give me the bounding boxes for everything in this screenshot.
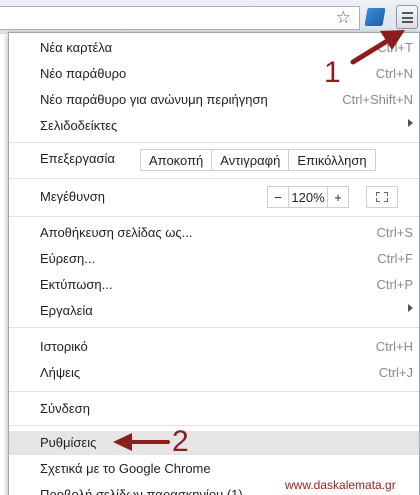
menu-item-label: Ιστορικό — [40, 339, 88, 354]
watermark: www.daskalemata.gr — [285, 478, 396, 492]
extension-icon[interactable] — [364, 8, 386, 26]
zoom-in-button[interactable]: + — [328, 187, 348, 207]
menu-item-find[interactable]: Εύρεση... Ctrl+F — [9, 247, 419, 271]
menu-item-signin[interactable]: Σύνδεση — [9, 397, 419, 421]
copy-button[interactable]: Αντιγραφή — [211, 150, 288, 170]
menu-item-shortcut: Ctrl+H — [375, 339, 413, 354]
step-1-label: 1 — [324, 56, 341, 89]
menu-item-history[interactable]: Ιστορικό Ctrl+H — [9, 335, 419, 359]
menu-item-tools[interactable]: Εργαλεία — [9, 299, 419, 323]
menu-item-label: Σελιδοδείκτες — [40, 118, 118, 133]
step-2-label: 2 — [172, 425, 189, 458]
paste-button[interactable]: Επικόλληση — [288, 150, 374, 170]
menu-divider — [9, 391, 419, 392]
address-bar[interactable]: ☆ — [0, 6, 360, 30]
menu-item-label: Επεξεργασία — [40, 151, 115, 166]
hamburger-menu-icon — [402, 12, 413, 23]
menu-item-shortcut: Ctrl+P — [376, 277, 413, 292]
menu-divider — [9, 142, 419, 143]
submenu-arrow-icon — [408, 304, 413, 312]
zoom-level: 120% — [288, 187, 328, 207]
menu-item-shortcut: Ctrl+Shift+N — [342, 92, 413, 107]
menu-item-save-page[interactable]: Αποθήκευση σελίδας ως... Ctrl+S — [9, 221, 419, 245]
menu-item-label: Εργαλεία — [40, 303, 93, 318]
menu-item-shortcut: Ctrl+F — [377, 251, 413, 266]
fullscreen-icon — [376, 192, 388, 202]
menu-item-label: Προβολή σελίδων παρασκηνίου (1) — [40, 487, 243, 495]
chrome-menu-button[interactable] — [396, 5, 418, 29]
menu-item-settings[interactable]: Ρυθμίσεις — [9, 431, 419, 455]
menu-item-label: Εύρεση... — [40, 251, 96, 266]
menu-item-label: Νέα καρτέλα — [40, 40, 113, 55]
menu-item-label: Αποθήκευση σελίδας ως... — [40, 225, 193, 240]
menu-item-zoom: Μεγέθυνση − 120% + — [9, 185, 419, 209]
menu-item-label: Μεγέθυνση — [40, 189, 106, 204]
menu-item-label: Σύνδεση — [40, 401, 90, 416]
chrome-menu: Νέα καρτέλα Ctrl+T Νέο παράθυρο Ctrl+N Ν… — [8, 32, 420, 495]
menu-item-bookmarks[interactable]: Σελιδοδείκτες — [9, 114, 419, 138]
submenu-arrow-icon — [408, 119, 413, 127]
menu-item-edit: Επεξεργασία Αποκοπή Αντιγραφή Επικόλληση — [9, 147, 419, 171]
menu-item-new-tab[interactable]: Νέα καρτέλα Ctrl+T — [9, 36, 419, 60]
menu-item-label: Εκτύπωση... — [40, 277, 113, 292]
menu-item-shortcut: Ctrl+T — [377, 40, 413, 55]
menu-item-shortcut: Ctrl+J — [378, 365, 413, 380]
menu-item-label: Σχετικά με το Google Chrome — [40, 461, 211, 476]
fullscreen-button[interactable] — [366, 186, 398, 208]
bookmark-star-icon[interactable]: ☆ — [336, 9, 351, 27]
menu-item-shortcut: Ctrl+N — [375, 66, 413, 81]
menu-divider — [9, 178, 419, 179]
edit-button-group: Αποκοπή Αντιγραφή Επικόλληση — [140, 149, 376, 171]
menu-divider — [9, 425, 419, 426]
menu-divider — [9, 216, 419, 217]
menu-item-incognito[interactable]: Νέο παράθυρο για ανώνυμη περιήγηση Ctrl+… — [9, 88, 419, 112]
menu-item-label: Νέο παράθυρο — [40, 66, 127, 81]
menu-item-label: Ρυθμίσεις — [40, 435, 97, 450]
menu-item-new-window[interactable]: Νέο παράθυρο Ctrl+N — [9, 62, 419, 86]
menu-item-shortcut: Ctrl+S — [376, 225, 413, 240]
browser-toolbar: ☆ — [0, 0, 420, 34]
cut-button[interactable]: Αποκοπή — [141, 150, 211, 170]
zoom-control: − 120% + — [267, 186, 349, 208]
zoom-out-button[interactable]: − — [268, 187, 288, 207]
menu-item-label: Λήψεις — [40, 365, 81, 380]
menu-divider — [9, 327, 419, 328]
menu-item-print[interactable]: Εκτύπωση... Ctrl+P — [9, 273, 419, 297]
menu-item-label: Νέο παράθυρο για ανώνυμη περιήγηση — [40, 92, 268, 107]
menu-item-downloads[interactable]: Λήψεις Ctrl+J — [9, 361, 419, 385]
